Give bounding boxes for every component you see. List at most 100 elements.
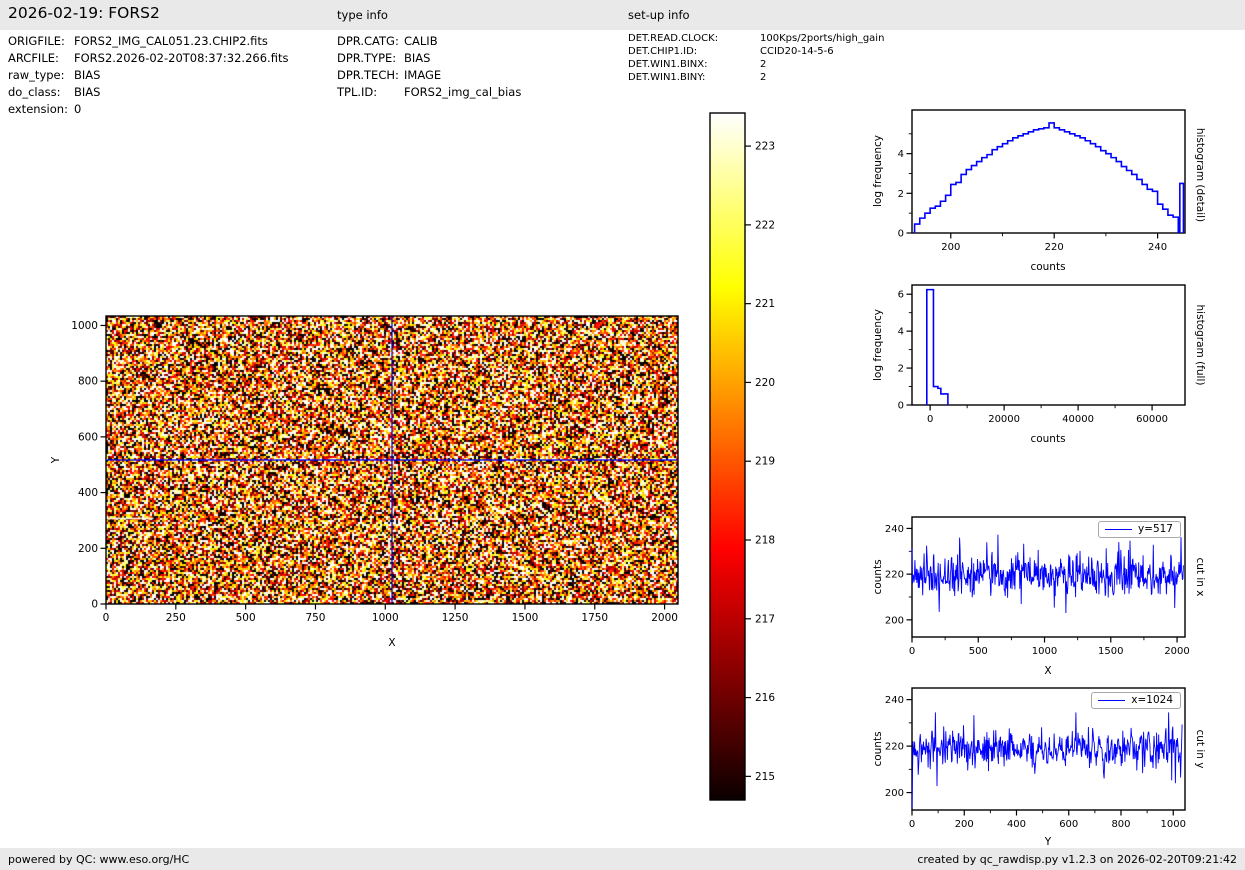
header-bar: 2026-02-19: FORS2 type info set-up info [0, 0, 1245, 30]
x-tick-label: 1000 [1161, 819, 1186, 830]
cut-x-side-label: cut in x [1194, 557, 1206, 596]
field-label: raw_type: [8, 68, 74, 82]
y-tick-label: 2 [898, 189, 904, 200]
y-tick-label: 6 [898, 290, 904, 301]
colorbar [710, 113, 745, 800]
legend-label: x=1024 [1131, 694, 1173, 706]
colorbar-tick-label: 222 [755, 219, 775, 231]
field-label: do_class: [8, 85, 74, 99]
legend-label: y=517 [1138, 523, 1173, 535]
colorbar-tick-label: 219 [755, 456, 775, 468]
y-tick-label: 800 [78, 376, 98, 388]
field-value: 100Kps/2ports/high_gain [760, 33, 884, 44]
x-tick-label: 1250 [442, 612, 469, 624]
cut-x-ylabel: counts [872, 559, 884, 594]
hist-detail-ylabel: log frequency [872, 135, 884, 207]
setup-info-row: DET.WIN1.BINX:2 [628, 59, 766, 70]
y-tick-label: 200 [885, 788, 904, 799]
setup-info-row: DET.READ.CLOCK:100Kps/2ports/high_gain [628, 33, 884, 44]
type-info-row: TPL.ID:FORS2_img_cal_bias [337, 85, 521, 99]
field-value: FORS2_img_cal_bias [404, 85, 521, 99]
file-info-row: ARCFILE:FORS2.2026-02-20T08:37:32.266.fi… [8, 51, 288, 65]
cut-x-xlabel: X [1044, 665, 1051, 677]
cut-x-legend: y=517 [1098, 521, 1181, 538]
field-value: FORS2.2026-02-20T08:37:32.266.fits [74, 51, 288, 65]
y-tick-label: 2 [898, 364, 904, 375]
field-label: DET.WIN1.BINX: [628, 59, 760, 70]
y-tick-label: 1000 [71, 320, 98, 332]
y-tick-label: 0 [898, 229, 904, 240]
type-info-row: DPR.TECH:IMAGE [337, 68, 441, 82]
hist-detail-xlabel: counts [1030, 261, 1065, 273]
field-label: ORIGFILE: [8, 34, 74, 48]
file-info-row: raw_type:BIAS [8, 68, 100, 82]
colorbar-tick-label: 221 [755, 298, 775, 310]
x-tick-label: 250 [166, 612, 186, 624]
field-value: 2 [760, 72, 766, 83]
x-tick-label: 600 [1059, 819, 1078, 830]
x-tick-label: 2000 [651, 612, 678, 624]
y-tick-label: 600 [78, 431, 98, 443]
hist-detail-side-label: histogram (detail) [1194, 128, 1206, 222]
field-label: ARCFILE: [8, 51, 74, 65]
file-info-row: extension:0 [8, 102, 81, 116]
cut-y-ylabel: counts [872, 731, 884, 766]
section-label-setup-info: set-up info [628, 8, 690, 22]
x-tick-label: 200 [955, 819, 974, 830]
footer-left-text: powered by QC: www.eso.org/HC [8, 853, 189, 866]
footer-right-text: created by qc_rawdisp.py v1.2.3 on 2026-… [917, 853, 1237, 866]
field-value: 0 [74, 102, 81, 116]
x-tick-label: 500 [236, 612, 256, 624]
hist-full-xlabel: counts [1030, 433, 1065, 445]
hist-full-ylabel: log frequency [872, 309, 884, 381]
x-tick-label: 1500 [1098, 646, 1123, 657]
y-tick-label: 220 [885, 742, 904, 753]
x-tick-label: 1500 [512, 612, 539, 624]
y-tick-label: 200 [885, 615, 904, 626]
cut-in-x-series [912, 535, 1183, 613]
file-info-row: do_class:BIAS [8, 85, 100, 99]
y-tick-label: 240 [885, 524, 904, 535]
field-label: TPL.ID: [337, 85, 404, 99]
field-value: CALIB [404, 34, 438, 48]
legend-line-icon [1105, 529, 1132, 530]
field-value: 2 [760, 59, 766, 70]
axis-frame [912, 110, 1185, 233]
field-value: IMAGE [404, 68, 441, 82]
main-xaxis-label: X [388, 637, 395, 649]
hist-full-curve [927, 290, 948, 405]
field-label: DET.CHIP1.ID: [628, 46, 760, 57]
page-title: 2026-02-19: FORS2 [8, 4, 160, 22]
field-value: BIAS [404, 51, 430, 65]
y-tick-label: 0 [91, 599, 98, 611]
legend-line-icon [1098, 700, 1125, 701]
file-info-row: ORIGFILE:FORS2_IMG_CAL051.23.CHIP2.fits [8, 34, 268, 48]
field-label: DPR.TECH: [337, 68, 404, 82]
field-value: BIAS [74, 85, 100, 99]
field-label: extension: [8, 102, 74, 116]
cut-y-xlabel: Y [1045, 836, 1051, 848]
x-tick-label: 400 [1007, 819, 1026, 830]
cut-y-side-label: cut in y [1194, 729, 1206, 768]
colorbar-tick-label: 218 [755, 535, 775, 547]
section-label-type-info: type info [337, 8, 388, 22]
colorbar-tick-label: 217 [755, 613, 775, 625]
field-value: FORS2_IMG_CAL051.23.CHIP2.fits [74, 34, 268, 48]
setup-info-row: DET.WIN1.BINY:2 [628, 72, 766, 83]
y-tick-label: 4 [898, 327, 904, 338]
x-tick-label: 220 [1045, 242, 1064, 253]
x-tick-label: 60000 [1136, 414, 1168, 425]
x-tick-label: 2000 [1164, 646, 1189, 657]
type-info-row: DPR.CATG:CALIB [337, 34, 438, 48]
type-info-row: DPR.TYPE:BIAS [337, 51, 430, 65]
x-tick-label: 1000 [372, 612, 399, 624]
colorbar-tick-label: 215 [755, 771, 775, 783]
field-value: CCID20-14-5-6 [760, 46, 834, 57]
main-yaxis-label: Y [50, 457, 62, 463]
colorbar-tick-label: 223 [755, 141, 775, 153]
axis-frame [912, 285, 1185, 405]
x-tick-label: 0 [103, 612, 110, 624]
field-label: DET.READ.CLOCK: [628, 33, 760, 44]
setup-info-row: DET.CHIP1.ID:CCID20-14-5-6 [628, 46, 834, 57]
field-value: BIAS [74, 68, 100, 82]
